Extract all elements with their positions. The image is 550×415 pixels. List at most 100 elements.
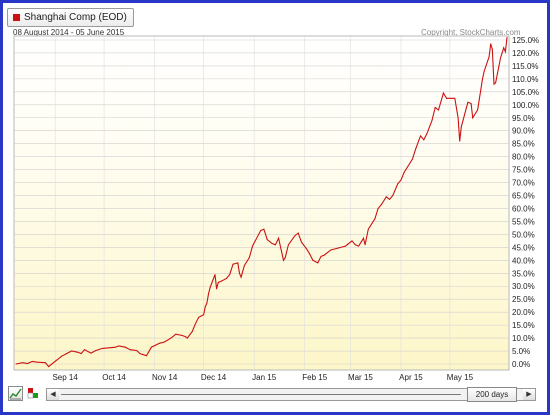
data-point xyxy=(345,245,347,247)
data-point xyxy=(22,362,24,364)
bottom-toolbar: ◀ 200 days ▶ xyxy=(8,386,538,404)
data-point xyxy=(191,331,193,333)
data-point xyxy=(397,183,399,185)
data-point xyxy=(358,245,360,247)
y-tick-label: 50.0% xyxy=(512,230,535,239)
data-point xyxy=(229,274,231,276)
data-point xyxy=(351,240,353,242)
data-point xyxy=(77,351,79,353)
y-tick-label: 5.0% xyxy=(512,347,530,356)
data-point xyxy=(480,88,482,90)
data-point xyxy=(287,244,289,246)
color-options-icon[interactable] xyxy=(26,386,41,401)
plot-area xyxy=(13,35,510,371)
y-tick-label: 25.0% xyxy=(512,295,535,304)
data-point xyxy=(392,195,394,197)
data-point xyxy=(491,48,493,50)
y-tick-label: 75.0% xyxy=(512,166,535,175)
data-point xyxy=(61,355,63,357)
data-point xyxy=(203,314,205,316)
data-point xyxy=(56,359,58,361)
y-tick-label: 100.0% xyxy=(512,101,539,110)
scroll-left-arrow[interactable]: ◀ xyxy=(47,389,59,400)
data-point xyxy=(186,337,188,339)
data-point xyxy=(437,109,439,111)
data-point xyxy=(503,47,505,49)
data-point xyxy=(95,350,97,352)
data-point xyxy=(411,158,413,160)
data-point xyxy=(415,148,417,150)
data-point xyxy=(118,345,120,347)
data-point xyxy=(354,244,356,246)
x-tick-label: Mar 15 xyxy=(348,373,373,382)
data-point xyxy=(136,350,138,352)
y-tick-label: 0.0% xyxy=(512,360,530,369)
data-point xyxy=(26,362,28,364)
data-point xyxy=(467,101,469,103)
data-point xyxy=(490,43,492,45)
data-point xyxy=(284,257,286,259)
data-point xyxy=(488,56,490,58)
period-scrollbar[interactable]: ◀ 200 days ▶ xyxy=(46,387,536,402)
data-point xyxy=(217,281,219,283)
data-point xyxy=(423,139,425,141)
y-tick-label: 65.0% xyxy=(512,192,535,201)
y-tick-label: 55.0% xyxy=(512,217,535,226)
data-point xyxy=(362,237,364,239)
data-point xyxy=(420,135,422,137)
data-point xyxy=(70,350,72,352)
period-thumb[interactable]: 200 days xyxy=(467,387,517,402)
y-tick-label: 70.0% xyxy=(512,179,535,188)
y-tick-label: 45.0% xyxy=(512,243,535,252)
data-point xyxy=(204,306,206,308)
x-tick-label: May 15 xyxy=(447,373,474,382)
data-point xyxy=(297,232,299,234)
y-tick-label: 125.0% xyxy=(512,36,539,45)
data-point xyxy=(470,103,472,105)
data-point xyxy=(207,293,209,295)
data-point xyxy=(320,255,322,257)
y-tick-label: 40.0% xyxy=(512,256,535,265)
data-point xyxy=(300,241,302,243)
data-point xyxy=(48,366,50,368)
data-point xyxy=(472,117,474,119)
data-point xyxy=(240,276,242,278)
y-tick-label: 20.0% xyxy=(512,308,535,317)
data-point xyxy=(248,257,250,259)
data-point xyxy=(266,239,268,241)
line-chart: 0.0% 5.0% 10.0% 15.0% 20.0% 25.0% 30.0% 35.0% 40… xyxy=(13,35,539,382)
y-tick-label: 95.0% xyxy=(512,114,535,123)
data-point xyxy=(504,51,506,53)
data-point xyxy=(483,70,485,72)
data-point xyxy=(367,228,369,230)
data-point xyxy=(305,248,307,250)
data-point xyxy=(294,235,296,237)
data-point xyxy=(260,230,262,232)
y-tick-label: 85.0% xyxy=(512,140,535,149)
x-tick-label: Apr 15 xyxy=(399,373,423,382)
line-chart-icon[interactable] xyxy=(8,386,23,401)
data-point xyxy=(278,237,280,239)
data-point xyxy=(283,259,285,261)
scroll-rail xyxy=(61,394,461,395)
data-point xyxy=(232,263,234,265)
data-point xyxy=(15,363,17,365)
data-point xyxy=(457,117,459,119)
data-point xyxy=(101,347,103,349)
data-point xyxy=(364,244,366,246)
data-point xyxy=(389,198,391,200)
data-point xyxy=(442,92,444,94)
data-point xyxy=(380,204,382,206)
data-point xyxy=(323,254,325,256)
data-point xyxy=(499,57,501,59)
data-point xyxy=(216,288,218,290)
scroll-right-arrow[interactable]: ▶ xyxy=(523,389,535,400)
data-point xyxy=(493,83,495,85)
y-tick-label: 80.0% xyxy=(512,153,535,162)
data-point xyxy=(225,277,227,279)
data-point xyxy=(495,82,497,84)
data-point xyxy=(459,140,461,142)
data-point xyxy=(431,119,433,121)
data-point xyxy=(309,253,311,255)
data-point xyxy=(124,346,126,348)
